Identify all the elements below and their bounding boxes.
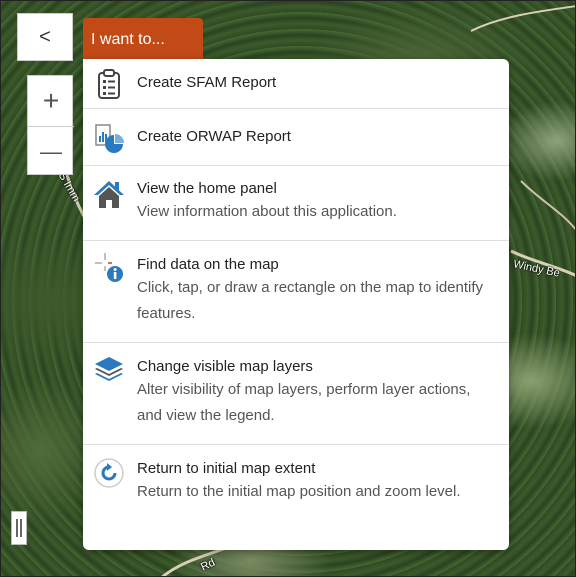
menu-item-return-initial-extent[interactable]: Return to initial map extent Return to t… [83, 445, 509, 550]
menu-item-description: Alter visibility of map layers, perform … [137, 381, 471, 424]
i-want-to-menu: Create SFAM Report Create ORWAP Report V… [83, 59, 509, 550]
home-icon [94, 181, 124, 208]
i-want-to-label: I want to... [91, 30, 165, 48]
zoom-controls: + — [27, 75, 74, 177]
menu-item-create-sfam-report[interactable]: Create SFAM Report [83, 59, 509, 109]
back-button[interactable]: < [17, 13, 73, 61]
menu-item-title: View the home panel [137, 180, 277, 197]
menu-item-description: View information about this application. [137, 203, 397, 220]
zoom-in-button[interactable]: + [28, 76, 74, 126]
menu-item-title: Change visible map layers [137, 358, 313, 375]
menu-item-title: Create SFAM Report [137, 74, 277, 91]
panel-resize-handle[interactable] [11, 511, 27, 545]
menu-item-description: Click, tap, or draw a rectangle on the m… [137, 279, 484, 322]
i-want-to-tab[interactable]: I want to... [83, 18, 203, 61]
chart-report-icon [95, 124, 124, 153]
menu-item-description: Return to the initial map position and z… [137, 483, 461, 500]
menu-item-change-map-layers[interactable]: Change visible map layers Alter visibili… [83, 343, 509, 445]
clipboard-report-icon [98, 69, 120, 99]
menu-item-find-data[interactable]: Find data on the map Click, tap, or draw… [83, 241, 509, 343]
minus-icon: — [40, 139, 62, 164]
menu-item-view-home-panel[interactable]: View the home panel View information abo… [83, 166, 509, 241]
plus-icon: + [42, 85, 60, 116]
zoom-out-button[interactable]: — [28, 126, 74, 177]
chevron-left-icon: < [39, 25, 51, 48]
menu-item-create-orwap-report[interactable]: Create ORWAP Report [83, 109, 509, 166]
menu-item-title: Create ORWAP Report [137, 128, 291, 145]
identify-info-icon [95, 253, 123, 282]
layers-icon [95, 357, 123, 381]
refresh-extent-icon [94, 458, 124, 488]
app-frame: S Imm Windy Be Rd < + — I want to... Cre… [0, 0, 576, 577]
grip-icon [16, 519, 22, 537]
menu-item-title: Return to initial map extent [137, 460, 316, 477]
menu-item-title: Find data on the map [137, 256, 279, 273]
